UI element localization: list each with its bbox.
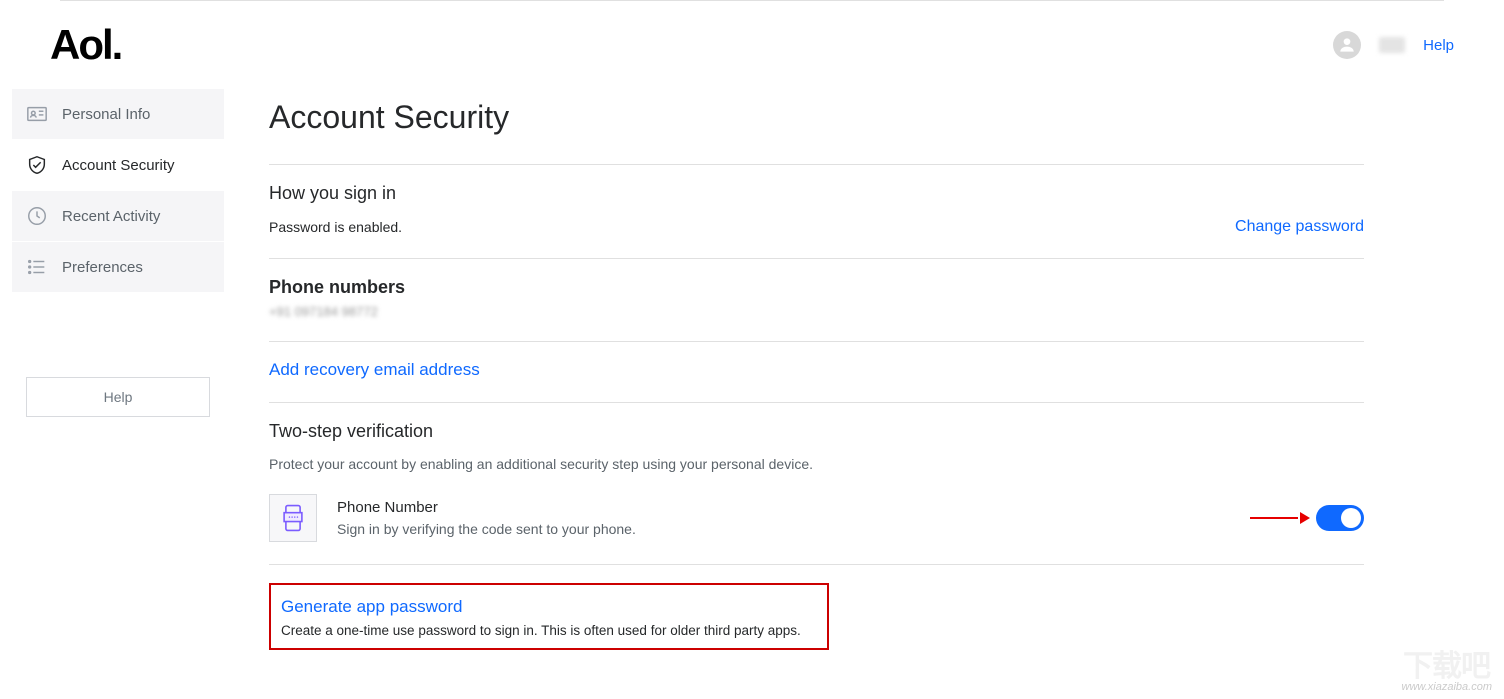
two-step-description: Protect your account by enabling an addi…: [269, 456, 1364, 472]
page-title: Account Security: [269, 99, 1364, 136]
sidebar-help-button[interactable]: Help: [26, 377, 210, 417]
sidebar-item-personal-info[interactable]: Personal Info: [12, 89, 224, 139]
sidebar: Personal Info Account Security Recent Ac…: [12, 89, 224, 672]
two-step-method-label: Phone Number: [337, 499, 1230, 516]
section-title: How you sign in: [269, 183, 1364, 204]
sidebar-item-label: Personal Info: [62, 106, 150, 123]
section-recovery-email: Add recovery email address: [269, 341, 1364, 402]
two-step-toggle[interactable]: [1316, 505, 1364, 531]
highlight-annotation-box: Generate app password Create a one-time …: [269, 583, 829, 650]
avatar[interactable]: [1333, 31, 1361, 59]
section-phone-numbers: Phone numbers +91 097184 98772: [269, 258, 1364, 341]
sidebar-item-label: Recent Activity: [62, 208, 160, 225]
section-title: Phone numbers: [269, 277, 1364, 298]
generate-app-password-desc: Create a one-time use password to sign i…: [281, 623, 817, 638]
phone-verification-icon: [269, 494, 317, 542]
sidebar-item-account-security[interactable]: Account Security: [12, 140, 224, 190]
two-step-method-desc: Sign in by verifying the code sent to yo…: [337, 521, 1230, 537]
section-title: Two-step verification: [269, 421, 1364, 442]
annotation-arrow: [1250, 511, 1310, 525]
phone-number-blurred: +91 097184 98772: [269, 304, 1364, 319]
aol-logo: Aol.: [50, 21, 121, 69]
header: Aol. Help: [0, 1, 1504, 89]
id-card-icon: [26, 103, 48, 125]
sidebar-item-recent-activity[interactable]: Recent Activity: [12, 191, 224, 241]
section-two-step-verification: Two-step verification Protect your accou…: [269, 402, 1364, 564]
change-password-link[interactable]: Change password: [1235, 218, 1364, 236]
watermark-url: www.xiazaiba.com: [1402, 681, 1492, 693]
section-how-you-sign-in: How you sign in Password is enabled. Cha…: [269, 164, 1364, 258]
sidebar-item-label: Account Security: [62, 157, 175, 174]
section-generate-app-password: Generate app password Create a one-time …: [269, 564, 1364, 672]
two-step-method-info: Phone Number Sign in by verifying the co…: [337, 499, 1230, 537]
username-blurred: [1379, 37, 1405, 53]
add-recovery-email-link[interactable]: Add recovery email address: [269, 360, 480, 379]
password-status: Password is enabled.: [269, 219, 402, 235]
list-icon: [26, 256, 48, 278]
shield-icon: [26, 154, 48, 176]
clock-icon: [26, 205, 48, 227]
sidebar-item-label: Preferences: [62, 259, 143, 276]
help-link[interactable]: Help: [1423, 37, 1454, 54]
header-right: Help: [1333, 31, 1454, 59]
main-content: Account Security How you sign in Passwor…: [224, 89, 1364, 672]
generate-app-password-link[interactable]: Generate app password: [281, 597, 817, 617]
sidebar-item-preferences[interactable]: Preferences: [12, 242, 224, 292]
